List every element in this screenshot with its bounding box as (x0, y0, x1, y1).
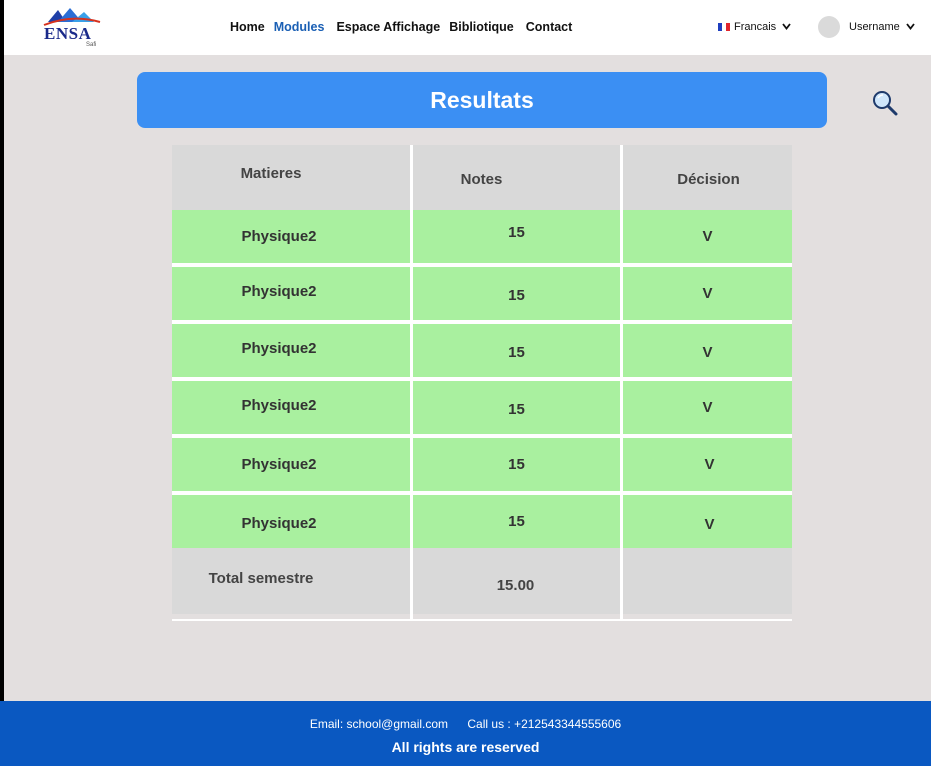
page-title: Resultats (430, 86, 534, 113)
table-row: Physique2 15 V (172, 267, 792, 324)
table-row: Physique2 15 V (172, 381, 792, 438)
nav-bibliotique[interactable]: Bibliotique (449, 20, 514, 34)
decision-cell: V (704, 516, 715, 533)
search-icon[interactable] (871, 89, 899, 117)
footer: Email: school@gmail.com Call us : +21254… (0, 701, 931, 766)
matiere-cell: Physique2 (241, 397, 317, 414)
nav-home[interactable]: Home (230, 20, 265, 34)
decision-cell: V (702, 228, 713, 245)
column-divider (620, 145, 623, 621)
note-cell: 15 (508, 401, 525, 418)
table-row: Physique2 15 V (172, 438, 792, 495)
nav-modules[interactable]: Modules (274, 20, 325, 34)
window-edge (0, 55, 4, 766)
logo-text: ENSA (44, 24, 92, 43)
table-bottom-border (172, 619, 792, 621)
column-header-notes: Notes (460, 171, 503, 188)
table-row: Physique2 15 V (172, 324, 792, 381)
note-cell: 15 (508, 287, 525, 304)
column-divider (410, 145, 413, 621)
note-cell: 15 (508, 456, 525, 473)
logo-subtext: Safi (86, 42, 97, 48)
nav-espace-affichage[interactable]: Espace Affichage (336, 20, 440, 34)
matiere-cell: Physique2 (241, 228, 317, 245)
table-row: Physique2 15 V (172, 210, 792, 267)
user-menu[interactable]: Username (818, 16, 915, 38)
total-decision (623, 548, 792, 614)
matiere-cell: Physique2 (241, 456, 317, 473)
footer-rights: All rights are reserved (391, 739, 540, 755)
note-cell: 15 (508, 513, 525, 530)
matiere-cell: Physique2 (241, 283, 317, 300)
decision-cell: V (702, 285, 713, 302)
column-header-matieres: Matieres (240, 165, 302, 182)
chevron-down-icon (906, 22, 915, 33)
results-table: Matieres Notes Décision Physique2 15 V P… (172, 145, 792, 621)
matiere-cell: Physique2 (241, 340, 317, 357)
top-navbar: ENSA Safi Home Modules Espace Affichage … (0, 0, 931, 55)
results-title-bar: Resultats (137, 72, 827, 128)
column-header-decision: Décision (677, 171, 740, 188)
total-note: 15.00 (496, 576, 535, 594)
total-label: Total semestre (208, 569, 314, 587)
decision-cell: V (702, 399, 713, 416)
note-cell: 15 (508, 344, 525, 361)
note-cell: 15 (508, 224, 525, 241)
matiere-cell: Physique2 (241, 515, 317, 532)
table-header-row: Matieres Notes Décision (172, 145, 792, 210)
footer-phone[interactable]: Call us : +212543344555606 (467, 717, 621, 731)
ensa-logo[interactable]: ENSA Safi (40, 6, 106, 48)
decision-cell: V (704, 456, 715, 473)
decision-cell: V (702, 344, 713, 361)
username-label: Username (849, 21, 900, 33)
footer-contact: Email: school@gmail.com Call us : +21254… (0, 717, 931, 731)
language-label: Francais (734, 21, 777, 33)
avatar (818, 16, 840, 38)
flag-fr-icon (718, 23, 730, 31)
footer-email[interactable]: Email: school@gmail.com (310, 717, 448, 731)
nav-contact[interactable]: Contact (526, 20, 573, 34)
main-nav: Home Modules Espace Affichage Bibliotiqu… (230, 20, 586, 34)
table-row: Physique2 15 V (172, 495, 792, 548)
chevron-down-icon (782, 22, 791, 33)
total-row: Total semestre 15.00 (172, 548, 792, 614)
language-selector[interactable]: Francais (718, 21, 791, 33)
